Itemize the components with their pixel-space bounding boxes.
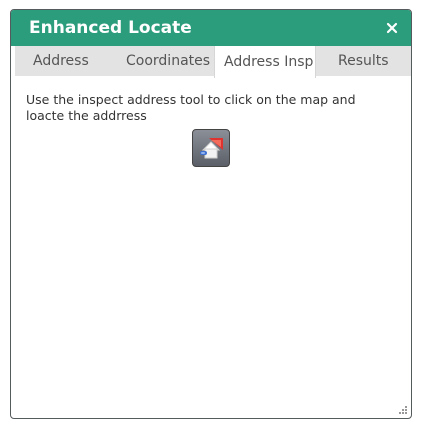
tab-bar: Address Coordinates Address Insp Results [15, 46, 411, 78]
close-icon [386, 22, 398, 34]
tab-coordinates[interactable]: Coordinates [116, 46, 214, 76]
tab-label: Address Insp [224, 54, 314, 70]
tab-address[interactable]: Address [15, 46, 116, 76]
enhanced-locate-widget: Enhanced Locate Address Coordinates Addr… [10, 9, 412, 419]
tab-label: Address [33, 53, 89, 69]
close-button[interactable] [383, 18, 401, 38]
resize-grip-icon[interactable] [398, 405, 408, 415]
inspect-address-button[interactable] [192, 129, 230, 167]
tab-results[interactable]: Results [316, 46, 411, 76]
inspect-address-icon [200, 138, 223, 159]
widget-title: Enhanced Locate [29, 18, 192, 38]
tab-label: Results [338, 53, 389, 69]
instructions-text: Use the inspect address tool to click on… [26, 92, 356, 123]
title-bar[interactable]: Enhanced Locate [11, 10, 411, 46]
tab-label: Coordinates [126, 53, 211, 69]
tab-address-inspect[interactable]: Address Insp [214, 46, 316, 78]
